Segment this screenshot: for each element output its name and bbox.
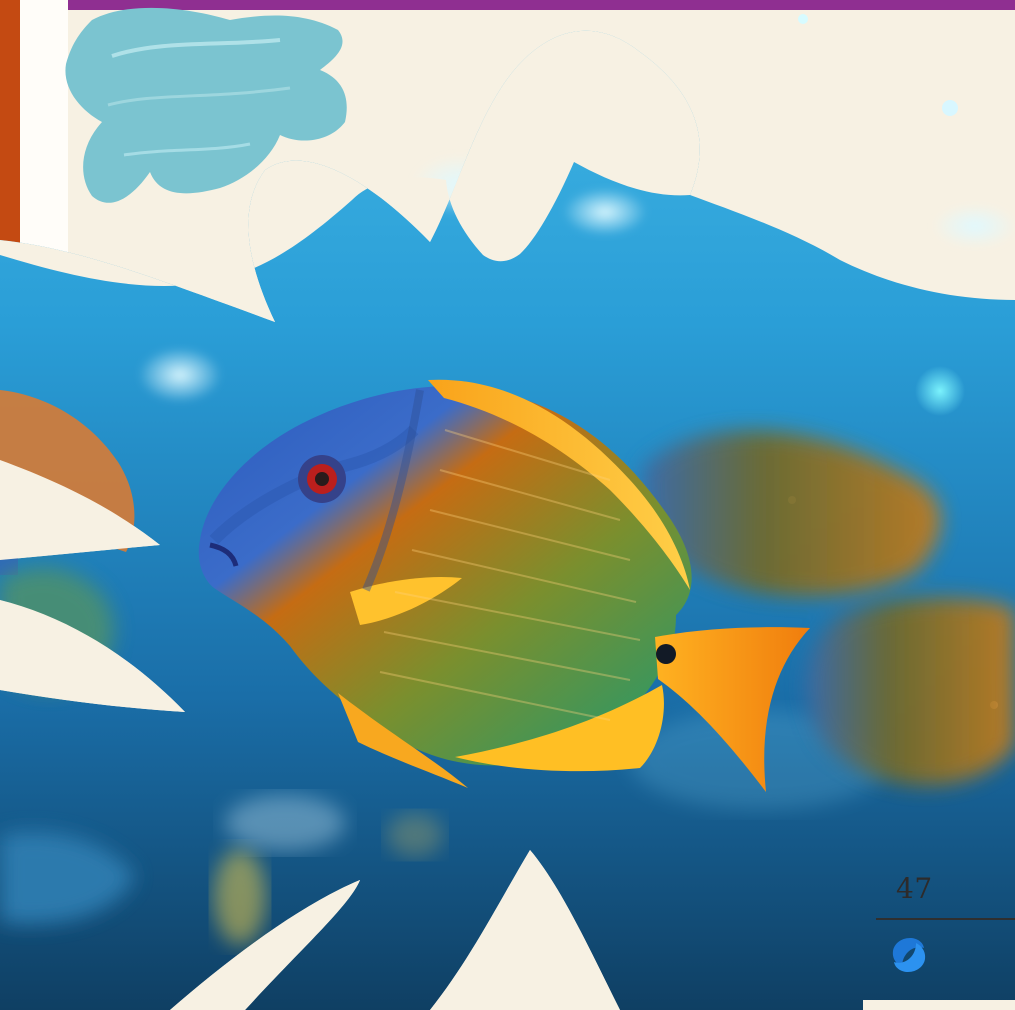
footer-rule — [876, 918, 1015, 920]
top-band — [68, 0, 1015, 10]
illustrated-background — [0, 0, 1015, 1010]
page-number: 47 — [896, 872, 933, 905]
publisher-logo-icon — [892, 938, 926, 972]
magazine-page: 47 — [0, 0, 1015, 1010]
